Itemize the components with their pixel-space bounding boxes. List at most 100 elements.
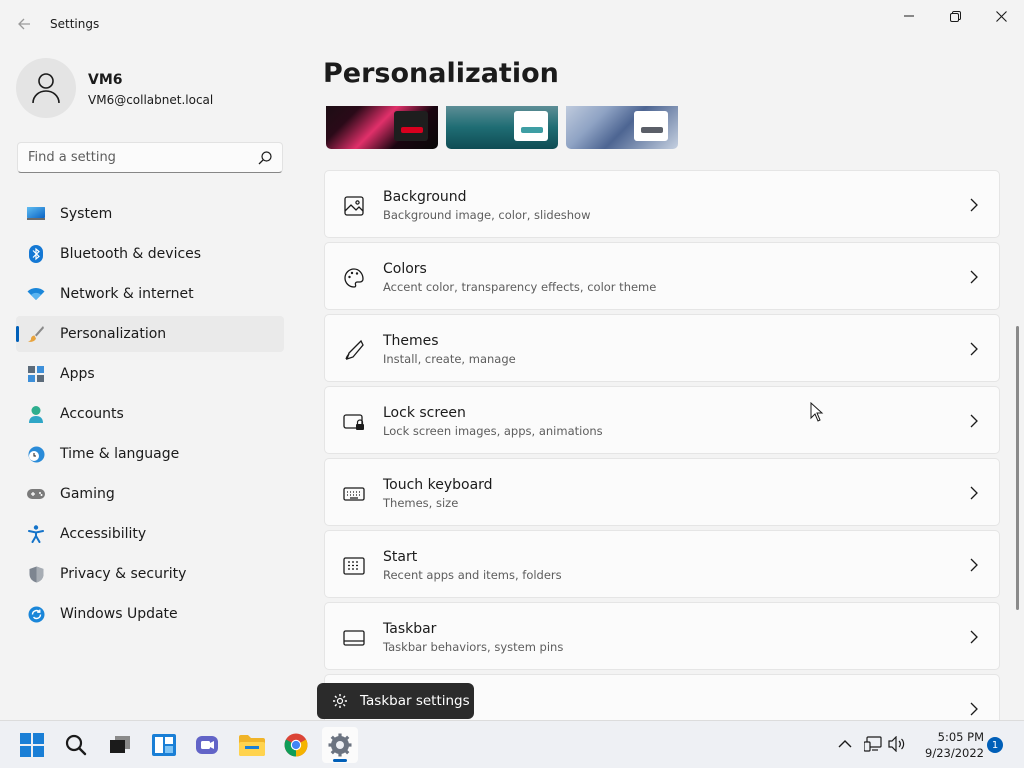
restore-button[interactable] [932, 0, 978, 32]
restore-icon [949, 10, 961, 22]
sidebar-item-bluetooth[interactable]: Bluetooth & devices [16, 236, 284, 272]
card-title: Themes [383, 333, 439, 349]
palette-icon [344, 268, 364, 288]
clock-date: 9/23/2022 [925, 746, 984, 760]
update-icon [26, 604, 46, 624]
search-icon [65, 734, 87, 756]
sidebar-nav: System Bluetooth & devices Network & int… [16, 196, 284, 636]
sidebar-item-network[interactable]: Network & internet [16, 276, 284, 312]
theme-thumbnail-captured-motion[interactable] [446, 106, 558, 149]
sidebar-item-apps[interactable]: Apps [16, 356, 284, 392]
chevron-right-icon [970, 342, 978, 356]
app-title: Settings [50, 17, 100, 31]
sidebar-item-system[interactable]: System [16, 196, 284, 232]
volume-icon [888, 736, 905, 752]
theme-taskbar-preview [634, 111, 668, 141]
sidebar-item-label: Bluetooth & devices [60, 246, 202, 262]
network-tray-button[interactable] [864, 735, 882, 753]
sidebar-item-accessibility[interactable]: Accessibility [16, 516, 284, 552]
mouse-cursor-icon [810, 402, 824, 422]
close-icon [995, 10, 1007, 22]
gear-icon [333, 694, 347, 708]
sidebar-item-label: Gaming [60, 486, 115, 502]
card-subtitle: Install, create, manage [383, 352, 516, 366]
chrome-icon [284, 733, 308, 757]
back-button[interactable] [12, 12, 36, 36]
card-title: Lock screen [383, 405, 466, 421]
settings-taskbar-button[interactable] [322, 727, 358, 763]
chevron-right-icon [970, 558, 978, 572]
sidebar-item-windows-update[interactable]: Windows Update [16, 596, 284, 632]
taskbar-icon [343, 630, 365, 646]
chevron-right-icon [970, 414, 978, 428]
taskbar-search-button[interactable] [58, 727, 94, 763]
start-card[interactable]: Start Recent apps and items, folders [324, 530, 1000, 598]
system-icon [26, 204, 46, 224]
sidebar-item-gaming[interactable]: Gaming [16, 476, 284, 512]
task-view-icon [110, 736, 130, 753]
minimize-button[interactable] [886, 0, 932, 32]
card-title: Taskbar [383, 621, 437, 637]
taskbar-card[interactable]: Taskbar Taskbar behaviors, system pins [324, 602, 1000, 670]
search-icon[interactable] [257, 150, 273, 166]
image-icon [344, 196, 364, 216]
show-hidden-icons-button[interactable] [836, 735, 854, 753]
file-explorer-button[interactable] [234, 727, 270, 763]
close-button[interactable] [978, 0, 1024, 32]
theme-taskbar-preview [514, 111, 548, 141]
folder-icon [239, 735, 265, 756]
minimize-icon [904, 15, 914, 17]
windows-logo-icon [20, 733, 44, 757]
user-email: VM6@collabnet.local [88, 93, 214, 107]
search-placeholder: Find a setting [28, 150, 116, 165]
chevron-right-icon [970, 198, 978, 212]
sidebar-item-personalization[interactable]: Personalization [16, 316, 284, 352]
card-subtitle: Themes, size [383, 496, 459, 510]
chat-icon [196, 736, 218, 754]
chevron-right-icon [970, 702, 978, 716]
chevron-right-icon [970, 486, 978, 500]
sidebar-item-time-language[interactable]: Time & language [16, 436, 284, 472]
bluetooth-icon [26, 244, 46, 264]
sidebar-item-privacy-security[interactable]: Privacy & security [16, 556, 284, 592]
user-profile[interactable]: VM6 VM6@collabnet.local [16, 58, 286, 118]
touch-keyboard-card[interactable]: Touch keyboard Themes, size [324, 458, 1000, 526]
card-subtitle: Lock screen images, apps, animations [383, 424, 603, 438]
sidebar-item-label: Apps [60, 366, 95, 382]
theme-thumbnail-glow[interactable] [326, 106, 438, 149]
search-input[interactable]: Find a setting [17, 142, 283, 173]
card-subtitle: Accent color, transparency effects, colo… [383, 280, 657, 294]
chrome-button[interactable] [278, 727, 314, 763]
colors-card[interactable]: Colors Accent color, transparency effect… [324, 242, 1000, 310]
card-title: Colors [383, 261, 427, 277]
sidebar-item-label: System [60, 206, 113, 222]
sidebar-item-label: Accounts [60, 406, 124, 422]
keyboard-icon [343, 487, 365, 501]
taskbar-clock[interactable]: 5:05 PM 9/23/2022 [916, 729, 984, 761]
person-icon [26, 404, 46, 424]
chevron-right-icon [970, 270, 978, 284]
card-subtitle: Taskbar behaviors, system pins [383, 640, 564, 654]
task-view-button[interactable] [102, 727, 138, 763]
sidebar-item-accounts[interactable]: Accounts [16, 396, 284, 432]
theme-accent-swatch [641, 127, 663, 133]
start-button[interactable] [14, 727, 50, 763]
theme-thumbnail-bloom[interactable] [566, 106, 678, 149]
widgets-button[interactable] [146, 727, 182, 763]
clock-time: 5:05 PM [937, 730, 984, 744]
background-card[interactable]: Background Background image, color, slid… [324, 170, 1000, 238]
teams-chat-button[interactable] [190, 727, 226, 763]
lock-screen-card[interactable]: Lock screen Lock screen images, apps, an… [324, 386, 1000, 454]
scrollbar[interactable] [1016, 326, 1019, 610]
lock-screen-icon [343, 414, 364, 430]
settings-card-list: Background Background image, color, slid… [324, 170, 1000, 720]
notification-badge[interactable]: 1 [987, 737, 1003, 753]
accessibility-icon [26, 524, 46, 544]
avatar[interactable] [16, 58, 76, 118]
shield-icon [26, 564, 46, 584]
start-icon [343, 557, 365, 575]
volume-tray-button[interactable] [888, 735, 906, 753]
themes-card[interactable]: Themes Install, create, manage [324, 314, 1000, 382]
card-title: Background [383, 189, 467, 205]
gamepad-icon [26, 484, 46, 504]
